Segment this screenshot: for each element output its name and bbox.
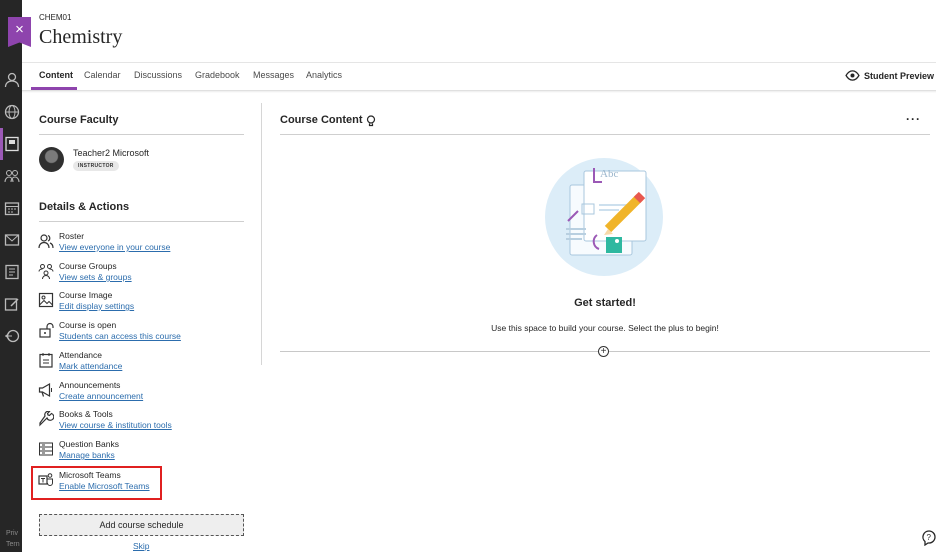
detail-title: Roster [59, 231, 85, 241]
privacy-link[interactable]: Priv [6, 530, 18, 537]
tab-discussions[interactable]: Discussions [134, 70, 182, 80]
tab-analytics[interactable]: Analytics [306, 70, 342, 80]
detail-title: Course Groups [59, 261, 117, 271]
detail-item-course-image: Course Image Edit display settings [38, 290, 218, 316]
close-course-button[interactable]: × [8, 17, 31, 47]
rail-active-indicator [0, 128, 3, 160]
details-actions-heading: Details & Actions [39, 201, 130, 213]
mark-attendance-link[interactable]: Mark attendance [59, 361, 122, 371]
left-nav-rail: Priv Tern [0, 0, 22, 552]
attendance-icon [39, 353, 53, 368]
detail-title: Question Banks [59, 439, 120, 449]
detail-item-course-open: Course is open Students can access this … [38, 320, 218, 346]
globe-icon[interactable] [4, 104, 20, 120]
grades-icon[interactable] [4, 264, 20, 280]
student-preview-button[interactable]: Student Preview [845, 70, 934, 81]
detail-item-groups: Course Groups View sets & groups [38, 261, 218, 287]
course-access-link[interactable]: Students can access this course [59, 331, 181, 341]
detail-item-announcements: Announcements Create announcement [38, 380, 218, 406]
view-groups-link[interactable]: View sets & groups [59, 272, 132, 282]
detail-item-books-tools: Books & Tools View course & institution … [38, 409, 218, 435]
unlock-icon [39, 322, 54, 338]
profile-icon[interactable] [4, 72, 20, 88]
detail-title: Course is open [59, 320, 117, 330]
help-icon[interactable]: ? [922, 530, 936, 546]
sign-out-icon[interactable] [4, 328, 20, 344]
question-banks-icon [39, 442, 53, 456]
view-tools-link[interactable]: View course & institution tools [59, 420, 172, 430]
megaphone-icon [38, 382, 52, 398]
wrench-icon [39, 411, 54, 427]
detail-item-attendance: Attendance Mark attendance [38, 350, 218, 376]
student-preview-label: Student Preview [863, 70, 934, 81]
detail-item-roster: Roster View everyone in your course [38, 231, 218, 257]
tab-messages[interactable]: Messages [253, 70, 294, 80]
add-content-button[interactable]: + [598, 346, 609, 357]
close-icon: × [15, 21, 24, 38]
illustration-text: Abc [600, 168, 618, 180]
column-divider [261, 103, 262, 365]
get-started-subtitle: Use this space to build your course. Sel… [491, 323, 719, 333]
divider [280, 134, 930, 135]
tab-calendar[interactable]: Calendar [84, 70, 121, 80]
header-shadow [22, 91, 936, 93]
organizations-icon[interactable] [4, 168, 20, 184]
course-title: Chemistry [39, 26, 123, 48]
divider [39, 134, 244, 135]
get-started-illustration: Abc [545, 158, 663, 276]
detail-title: Course Image [59, 290, 113, 300]
groups-icon [38, 264, 54, 279]
detail-title: Attendance [59, 350, 103, 360]
view-roster-link[interactable]: View everyone in your course [59, 242, 170, 252]
courses-icon[interactable] [4, 136, 20, 152]
get-started-title: Get started! [574, 297, 636, 309]
tab-content[interactable]: Content [39, 70, 73, 80]
active-tab-indicator [31, 87, 77, 90]
create-announcement-link[interactable]: Create announcement [59, 391, 143, 401]
tab-gradebook[interactable]: Gradebook [195, 70, 240, 80]
role-badge: INSTRUCTOR [73, 161, 119, 171]
detail-item-question-banks: Question Banks Manage banks [38, 439, 218, 465]
course-faculty-heading: Course Faculty [39, 114, 119, 126]
highlight-box [31, 466, 162, 500]
detail-title: Announcements [59, 380, 121, 390]
image-icon [38, 292, 54, 308]
svg-text:?: ? [927, 533, 932, 542]
course-content-heading: Course Content [280, 114, 363, 126]
lightbulb-icon[interactable] [366, 115, 376, 127]
skip-link[interactable]: Skip [133, 541, 150, 551]
manage-banks-link[interactable]: Manage banks [59, 450, 115, 460]
tools-icon[interactable] [4, 296, 20, 312]
course-code: CHEM01 [39, 13, 72, 22]
eye-icon [845, 70, 860, 81]
messages-icon[interactable] [4, 232, 20, 248]
faculty-name[interactable]: Teacher2 Microsoft [73, 148, 149, 158]
roster-icon [38, 234, 54, 249]
divider [39, 221, 244, 222]
add-course-schedule-button[interactable]: Add course schedule [39, 514, 244, 536]
edit-display-settings-link[interactable]: Edit display settings [59, 301, 134, 311]
calendar-icon[interactable] [4, 200, 20, 216]
terms-link[interactable]: Tern [6, 541, 20, 548]
detail-title: Books & Tools [59, 409, 113, 419]
avatar [39, 147, 64, 172]
more-options-icon[interactable]: ··· [906, 112, 921, 126]
